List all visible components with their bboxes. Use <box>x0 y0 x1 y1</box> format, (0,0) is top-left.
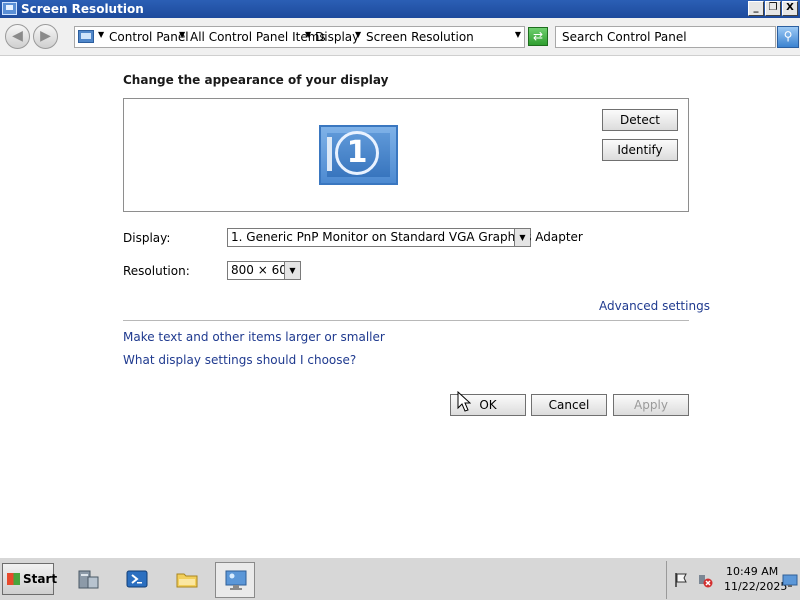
breadcrumb-arrow-icon[interactable]: ▼ <box>179 30 185 39</box>
search-box[interactable] <box>555 26 776 48</box>
display-app-icon <box>2 2 17 15</box>
restore-button[interactable]: ❐ <box>765 1 781 16</box>
page-heading: Change the appearance of your display <box>123 73 389 87</box>
back-button[interactable]: ◀ <box>5 24 30 49</box>
monitor-1-icon[interactable]: 1 <box>319 125 398 185</box>
chevron-down-icon[interactable]: ▼ <box>514 229 530 246</box>
resolution-label: Resolution: <box>123 264 190 278</box>
chevron-down-icon[interactable]: ▼ <box>284 262 300 279</box>
title-bar: Screen Resolution _ ❐ X <box>0 0 800 18</box>
window-title: Screen Resolution <box>21 2 144 16</box>
advanced-settings-link[interactable]: Advanced settings <box>599 299 710 313</box>
monitor-number: 1 <box>335 131 379 175</box>
start-label: Start <box>23 572 58 586</box>
clock-time[interactable]: 10:49 AM <box>726 565 778 578</box>
resolution-select[interactable]: 800 × 600 ▼ <box>227 261 301 280</box>
breadcrumb-arrow-icon[interactable]: ▼ <box>98 30 104 39</box>
file-explorer-icon[interactable] <box>167 562 207 598</box>
minimize-button[interactable]: _ <box>748 1 764 16</box>
breadcrumb-display[interactable]: Display <box>315 30 359 44</box>
breadcrumb-arrow-icon[interactable]: ▼ <box>355 30 361 39</box>
divider <box>123 320 689 321</box>
search-input[interactable] <box>556 27 766 47</box>
system-tray: 10:49 AM 11/22/2025 <box>666 561 800 599</box>
close-button[interactable]: X <box>782 1 798 16</box>
breadcrumb-arrow-icon[interactable]: ▼ <box>305 30 311 39</box>
display-help-link[interactable]: What display settings should I choose? <box>123 353 356 367</box>
screen-resolution-task-icon[interactable] <box>215 562 255 598</box>
cancel-button[interactable]: Cancel <box>531 394 607 416</box>
mouse-cursor-icon <box>457 391 471 412</box>
breadcrumb-screen-resolution[interactable]: Screen Resolution <box>366 30 474 44</box>
refresh-button[interactable]: ⇄ <box>528 27 548 46</box>
action-center-flag-icon[interactable] <box>674 572 688 588</box>
server-manager-icon[interactable] <box>68 562 108 598</box>
search-button[interactable]: ⚲ <box>777 26 799 48</box>
text-size-link[interactable]: Make text and other items larger or smal… <box>123 330 385 344</box>
forward-button[interactable]: ▶ <box>33 24 58 49</box>
clock-date[interactable]: 11/22/2025 <box>724 580 787 593</box>
show-desktop-icon[interactable] <box>782 574 798 588</box>
display-select[interactable]: 1. Generic PnP Monitor on Standard VGA G… <box>227 228 583 247</box>
apply-button[interactable]: Apply <box>613 394 689 416</box>
display-select-value: 1. Generic PnP Monitor on Standard VGA G… <box>231 230 583 244</box>
display-preview-area: 1 Detect Identify <box>123 98 689 212</box>
breadcrumb-control-panel[interactable]: Control Panel <box>109 30 189 44</box>
display-label: Display: <box>123 231 171 245</box>
detect-button[interactable]: Detect <box>602 109 678 131</box>
windows-logo-icon <box>7 573 20 585</box>
navigation-bar: ◀ ▶ ▼ Control Panel ▼ All Control Panel … <box>0 18 800 56</box>
control-panel-icon <box>78 30 94 43</box>
address-dropdown-icon[interactable]: ▼ <box>515 30 521 39</box>
network-warning-icon[interactable] <box>697 572 713 588</box>
address-bar[interactable]: ▼ Control Panel ▼ All Control Panel Item… <box>74 26 525 48</box>
identify-button[interactable]: Identify <box>602 139 678 161</box>
powershell-icon[interactable] <box>117 562 157 598</box>
start-button[interactable]: Start <box>2 563 58 595</box>
taskbar: Start 10:49 AM 11/22/2025 <box>0 557 800 600</box>
